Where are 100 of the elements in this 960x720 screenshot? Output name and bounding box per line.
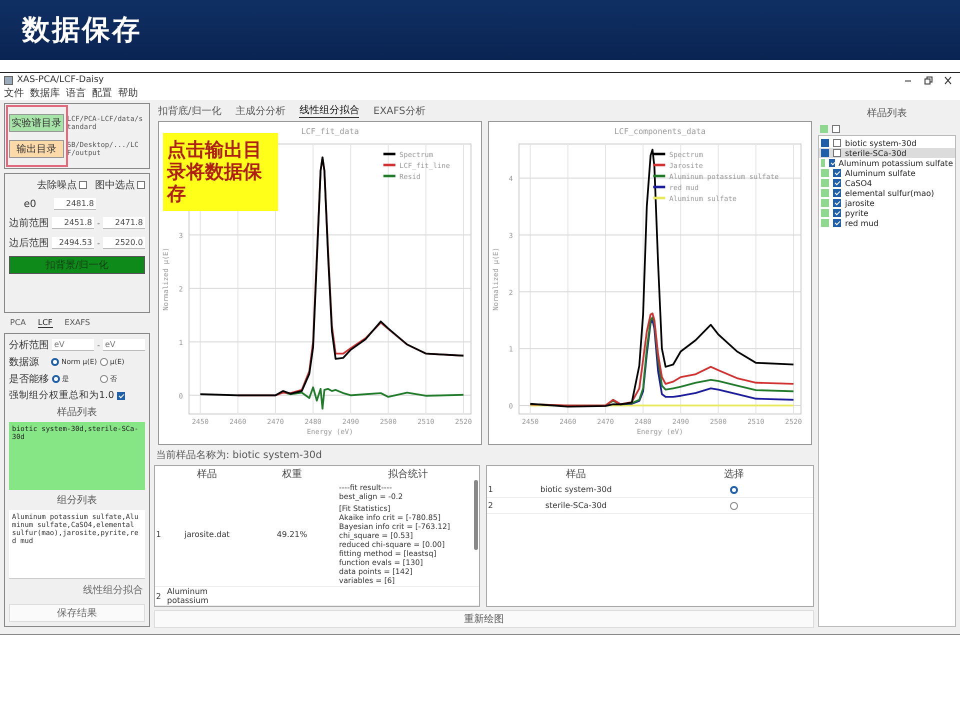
field-label: e0 [22, 198, 38, 210]
table-cell: 2 [487, 498, 497, 514]
table-cell: biotic system-30d [497, 482, 655, 498]
tab[interactable]: LCF [38, 318, 53, 328]
range-separator: - [97, 218, 100, 228]
table-cell: 1 [155, 482, 167, 587]
directory-button[interactable]: 输出目录 [9, 140, 64, 158]
directory-button[interactable]: 实验谱目录 [9, 114, 64, 132]
input-field[interactable]: 2451.8 [52, 217, 94, 229]
column-header: 拟合统计 [387, 468, 429, 482]
table-cell: Aluminum potassium [167, 587, 247, 606]
table-cell: jarosite.dat [167, 482, 247, 587]
checkbox[interactable] [833, 219, 841, 227]
menu-item[interactable]: 配置 [92, 88, 112, 100]
checkbox[interactable] [79, 181, 87, 189]
checkbox[interactable] [833, 149, 841, 157]
table-cell: 49.21% [247, 482, 337, 587]
radio-button[interactable] [51, 358, 60, 366]
radio-button[interactable] [100, 375, 108, 383]
menu-item[interactable]: 语言 [66, 88, 86, 100]
range-separator: - [97, 340, 100, 350]
menu-item[interactable]: 数据库 [30, 88, 60, 100]
item-label: Aluminum sulfate [845, 168, 916, 178]
input-field[interactable]: 2520.0 [103, 237, 145, 249]
checkbox[interactable] [829, 159, 835, 167]
item-label: pyrite [845, 208, 868, 218]
list-item[interactable]: sterile-SCa-30d [819, 148, 955, 158]
input-field[interactable]: eV [52, 339, 94, 351]
input-field[interactable]: 2494.53 [52, 237, 94, 249]
table-cell: 2 [155, 587, 167, 606]
item-label: Aluminum potassium sulfate [838, 158, 953, 168]
section-label: 样品列表 [56, 406, 98, 419]
tab[interactable]: 主成分分析 [235, 104, 286, 118]
tab[interactable]: 线性组分拟合 [299, 103, 360, 118]
checkbox[interactable] [833, 179, 841, 187]
list-item[interactable]: jarosite [819, 198, 955, 208]
restore-icon[interactable] [923, 76, 933, 84]
list-item[interactable]: elemental sulfur(mao) [819, 188, 955, 198]
range-separator: - [97, 238, 100, 248]
chart-title: LCF_fit_data [301, 127, 359, 136]
app-icon [4, 76, 13, 84]
checkbox[interactable] [833, 199, 841, 207]
item-label: elemental sulfur(mao) [845, 188, 934, 198]
field-label: 边前范围 [9, 216, 50, 230]
save-button[interactable]: 保存结果 [9, 604, 145, 622]
list-item[interactable]: CaSO4 [819, 178, 955, 188]
field-label: 是否能移 [9, 372, 49, 386]
section-label: 组分列表 [56, 494, 98, 507]
close-icon[interactable] [943, 76, 953, 84]
checkbox[interactable] [117, 392, 126, 400]
input-field[interactable]: eV [103, 339, 145, 351]
scrollbar[interactable] [474, 480, 478, 550]
checkbox[interactable] [832, 125, 840, 133]
menu-item[interactable]: 文件 [4, 88, 24, 100]
option-label: 图中选点 [95, 178, 135, 192]
checkbox[interactable] [833, 169, 841, 177]
list-item[interactable]: pyrite [819, 208, 955, 218]
redraw-button[interactable]: 重新绘图 [154, 610, 814, 628]
checkbox[interactable] [833, 189, 841, 197]
item-label: biotic system-30d [845, 138, 917, 148]
color-swatch [820, 125, 828, 133]
window-title: XAS-PCA/LCF-Daisy [17, 75, 104, 85]
list-item[interactable]: red mud [819, 218, 955, 228]
field-label: 分析范围 [9, 338, 50, 352]
list-item[interactable]: Aluminum potassium sulfate [819, 158, 955, 168]
item-label: sterile-SCa-30d [845, 148, 906, 158]
input-field[interactable]: 2471.8 [103, 217, 145, 229]
column-header: 权重 [281, 468, 303, 482]
checkbox[interactable] [833, 209, 841, 217]
option-label: 强制组分权重总和为1.0 [9, 389, 114, 402]
list-item[interactable]: Aluminum sulfate [819, 168, 955, 178]
item-label: jarosite [845, 198, 875, 208]
option-label: 去除噪点 [37, 178, 77, 192]
tab[interactable]: 扣背底/归一化 [158, 104, 222, 118]
column-header: 样品 [196, 468, 218, 482]
tab[interactable]: EXAFS [64, 318, 90, 328]
slide-title: 数据保存 [22, 12, 142, 48]
radio-button[interactable] [52, 375, 60, 383]
radio-button[interactable] [100, 358, 108, 366]
column-header: 样品 [565, 468, 587, 482]
chart-title: LCF_components_data [614, 127, 706, 136]
tab[interactable]: EXAFS分析 [373, 104, 426, 118]
list-title: 样品列表 [866, 106, 908, 121]
column-header: 选择 [723, 468, 745, 482]
field-label: 边后范围 [9, 236, 50, 250]
radio-button[interactable] [730, 502, 738, 510]
item-label: red mud [845, 218, 879, 228]
table-cell: sterile-SCa-30d [497, 498, 655, 514]
highlight-frame [6, 105, 68, 167]
menu-item[interactable]: 帮助 [118, 88, 138, 100]
list-item[interactable]: biotic system-30d [819, 138, 955, 148]
checkbox[interactable] [833, 139, 841, 147]
checkbox[interactable] [137, 181, 145, 189]
input-field[interactable]: 2481.8 [54, 198, 96, 210]
fit-button[interactable]: 线性组分拟合 [81, 582, 145, 598]
callout-note: 点击输出目录将数据保存 [163, 133, 278, 211]
table-cell: 1 [487, 482, 497, 498]
radio-button[interactable] [730, 486, 738, 494]
tab[interactable]: PCA [10, 318, 26, 328]
item-label: CaSO4 [845, 178, 872, 188]
